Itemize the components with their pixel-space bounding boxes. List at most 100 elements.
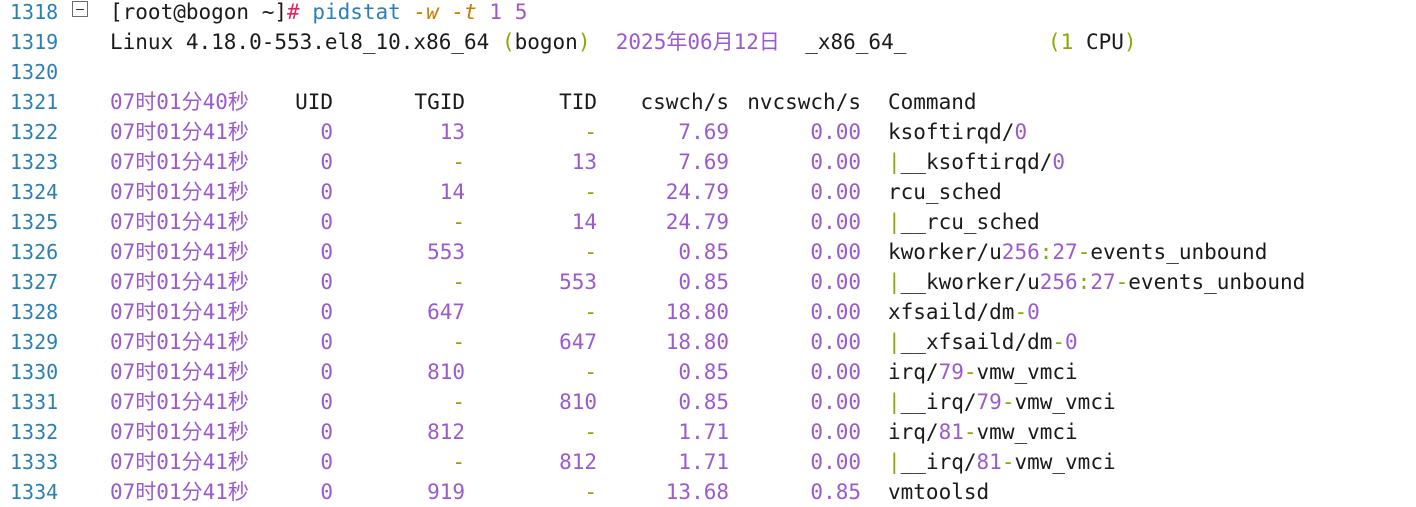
- cell-cswch: 1.71: [678, 450, 729, 474]
- cell-tgid: 919: [427, 480, 465, 504]
- colon-glyph: :: [1039, 240, 1053, 264]
- editor-line[interactable]: 1324 07时01分41秒 0 14 - 24.79 0.00 rcu_sched: [0, 177, 1416, 207]
- cell-nvcswch: 0.00: [810, 180, 861, 204]
- cell-uid: 0: [320, 120, 333, 144]
- cell-cswch: 0.85: [678, 270, 729, 294]
- cell-cswch: 0.85: [678, 390, 729, 414]
- line-number: 1318: [10, 0, 59, 24]
- cell-tid: 553: [559, 270, 597, 294]
- cell-command: irq/79-vmw_vmci: [888, 357, 1078, 387]
- prompt-text: [root@bogon ~]: [110, 0, 288, 24]
- row-time: 07时01分41秒: [110, 480, 249, 504]
- fold-toggle-icon[interactable]: [72, 1, 88, 17]
- cell-nvcswch: 0.00: [810, 150, 861, 174]
- cell-tgid: -: [452, 210, 465, 234]
- cell-uid: 0: [320, 300, 333, 324]
- cell-cswch: 7.69: [678, 120, 729, 144]
- cell-tgid: -: [452, 450, 465, 474]
- editor-line[interactable]: 1333 07时01分41秒 0-812 1.71 0.00 |__irq/81-vmw_…: [0, 447, 1416, 477]
- editor-line[interactable]: 1323 07时01分41秒 0 - 13 7.69 0.00 |__ksoftirqd/0: [0, 147, 1416, 177]
- cell-cswch: 7.69: [678, 150, 729, 174]
- cell-tgid: 14: [439, 180, 465, 204]
- line-number: 1328: [10, 300, 59, 324]
- dash-glyph: -: [1115, 270, 1129, 294]
- editor-line[interactable]: 1334 07时01分41秒 0 919 - 13.68 0.85 vmtoolsd: [0, 477, 1416, 507]
- number-glyph: 0: [1065, 330, 1078, 354]
- editor-line[interactable]: 1319 Linux 4.18.0-553.el8_10.x86_64 (bogo…: [0, 27, 1416, 57]
- command-name: pidstat: [312, 0, 401, 24]
- number-glyph: 0: [1014, 120, 1028, 144]
- cell-nvcswch: 0.85: [810, 480, 861, 504]
- row-time: 07时01分41秒: [110, 360, 249, 384]
- header-command: Command: [888, 90, 977, 114]
- line-number: 1323: [10, 150, 59, 174]
- header-cswch: cswch/s: [640, 90, 729, 114]
- cell-uid: 0: [320, 210, 333, 234]
- row-time: 07时01分41秒: [110, 150, 249, 174]
- editor-line[interactable]: 1327 07时01分41秒 0 - 553 0.85 0.00 |__kworker/u25…: [0, 267, 1416, 297]
- header-time: 07时01分40秒: [110, 90, 249, 114]
- number-glyph: 27: [1090, 270, 1116, 294]
- dash-glyph: -: [1001, 390, 1015, 414]
- cell-command: kworker/u256:27-events_unbound: [888, 237, 1267, 267]
- editor-line[interactable]: 1330 07时01分41秒 0 810-0.85 0.00 irq/79-vmw_vmc…: [0, 357, 1416, 387]
- editor-pane[interactable]: 1318 [root@bogon ~]# pidstat -w -t 1 5 131…: [0, 0, 1416, 504]
- text-segment: __rcu_sched: [900, 210, 1040, 234]
- text-segment: __xfsaild/dm: [900, 330, 1053, 354]
- text-segment: __kworker/u: [900, 270, 1040, 294]
- number-glyph: 81: [938, 420, 964, 444]
- cell-tid: 14: [571, 210, 597, 234]
- editor-line[interactable]: 1325 07时01分41秒 0 - 14 24.79 0.00 |__rcu_sched: [0, 207, 1416, 237]
- editor-line[interactable]: 1320: [0, 57, 1416, 87]
- editor-line[interactable]: 1331 07时01分41秒 0-810 0.85 0.00 |__irq/79-vmw_…: [0, 387, 1416, 417]
- number-glyph: 0: [1052, 150, 1066, 174]
- line-number: 1322: [10, 120, 59, 144]
- cell-tgid: -: [452, 150, 465, 174]
- editor-line[interactable]: 1318 [root@bogon ~]# pidstat -w -t 1 5: [0, 0, 1416, 27]
- cpu-open-paren: (: [1048, 30, 1061, 54]
- cpu-number: 1: [1060, 30, 1074, 54]
- cell-command: rcu_sched: [888, 177, 1002, 207]
- cell-nvcswch: 0.00: [810, 420, 861, 444]
- cell-tid: -: [584, 300, 597, 324]
- cell-tid: -: [584, 180, 597, 204]
- cell-cswch: 18.80: [665, 300, 729, 324]
- text-segment: irq/: [888, 420, 939, 444]
- cell-uid: 0: [320, 270, 333, 294]
- cell-uid: 0: [320, 360, 333, 384]
- cell-nvcswch: 0.00: [810, 390, 861, 414]
- cell-nvcswch: 0.00: [810, 450, 861, 474]
- text-segment: kworker/u: [888, 240, 1002, 264]
- cell-uid: 0: [320, 450, 333, 474]
- dash-glyph: -: [963, 420, 977, 444]
- line-number: 1321: [10, 90, 59, 114]
- sysinfo-line: Linux 4.18.0-553.el8_10.x86_64 (bogon) 2…: [110, 27, 906, 57]
- line-number: 1319: [10, 30, 59, 54]
- cell-tgid: 812: [427, 420, 465, 444]
- editor-line[interactable]: 1322 07时01分41秒 0 13 - 7.69 0.00 ksoftirqd/0: [0, 117, 1416, 147]
- editor-line[interactable]: 1328 07时01分41秒 0 647-18.80 0.00 xfsaild/dm-0: [0, 297, 1416, 327]
- editor-line[interactable]: 1332 07时01分41秒 0 812-1.71 0.00 irq/81-vmw_vmc…: [0, 417, 1416, 447]
- cpu-count: (1 CPU): [1048, 27, 1137, 57]
- number-glyph: 0: [1027, 300, 1040, 324]
- editor-line[interactable]: 1329 07时01分41秒 0-647 18.80 0.00 |__xfsaild/dm…: [0, 327, 1416, 357]
- flag-w: -w: [413, 0, 439, 24]
- text-segment: vmtoolsd: [888, 480, 990, 504]
- number-glyph: 256: [1039, 270, 1078, 294]
- kernel-version: Linux 4.18.0-553.el8_10.x86_64: [110, 30, 502, 54]
- cell-tgid: -: [452, 390, 465, 414]
- editor-line[interactable]: 1321 07时01分40秒 UID TGID TID cswch/s nvcswch/s C…: [0, 87, 1416, 117]
- line-number: 1330: [10, 360, 59, 384]
- row-time: 07时01分41秒: [110, 420, 249, 444]
- pipe-glyph: |: [888, 210, 901, 234]
- text-segment: rcu_sched: [888, 180, 1002, 204]
- cell-tgid: -: [452, 330, 465, 354]
- editor-line[interactable]: 1326 07时01分41秒 0 553 - 0.85 0.00 kworker/u256:2…: [0, 237, 1416, 267]
- cell-tid: -: [584, 480, 597, 504]
- pipe-glyph: |: [888, 150, 901, 174]
- cell-nvcswch: 0.00: [810, 360, 861, 384]
- cell-command: |__xfsaild/dm-0: [888, 327, 1078, 357]
- report-date: 2025年06月12日: [615, 30, 780, 54]
- cell-tid: -: [584, 360, 597, 384]
- text-segment: vmw_vmci: [1014, 450, 1116, 474]
